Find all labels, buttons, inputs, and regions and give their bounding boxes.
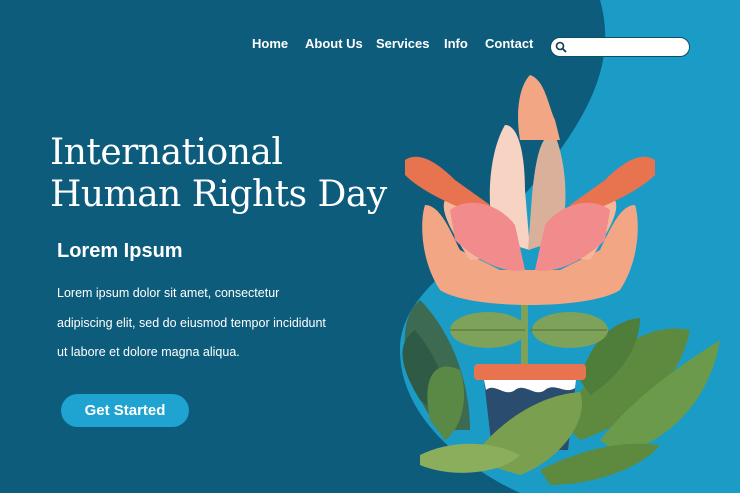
nav-item-info[interactable]: Info <box>444 36 468 51</box>
search-icon[interactable] <box>555 41 567 53</box>
section-subtitle: Lorem Ipsum <box>57 240 183 262</box>
body-paragraph: Lorem ipsum dolor sit amet, consectetur … <box>57 279 357 368</box>
body-line-3: ut labore et dolore magna aliqua. <box>57 345 240 359</box>
search-input[interactable] <box>571 39 687 57</box>
page-title-line-1: International <box>50 132 283 173</box>
nav-item-contact[interactable]: Contact <box>485 36 533 51</box>
search-bar <box>550 37 690 57</box>
page-title-line-2: Human Rights Day <box>50 174 387 215</box>
body-line-1: Lorem ipsum dolor sit amet, consectetur <box>57 286 280 300</box>
nav-item-about-us[interactable]: About Us <box>305 36 363 51</box>
page-title: International Human Rights Day <box>50 132 387 216</box>
nav-item-services[interactable]: Services <box>376 36 430 51</box>
get-started-button[interactable]: Get Started <box>61 394 189 427</box>
body-line-2: adipiscing elit, sed do eiusmod tempor i… <box>57 315 326 330</box>
nav-item-home[interactable]: Home <box>252 36 288 51</box>
